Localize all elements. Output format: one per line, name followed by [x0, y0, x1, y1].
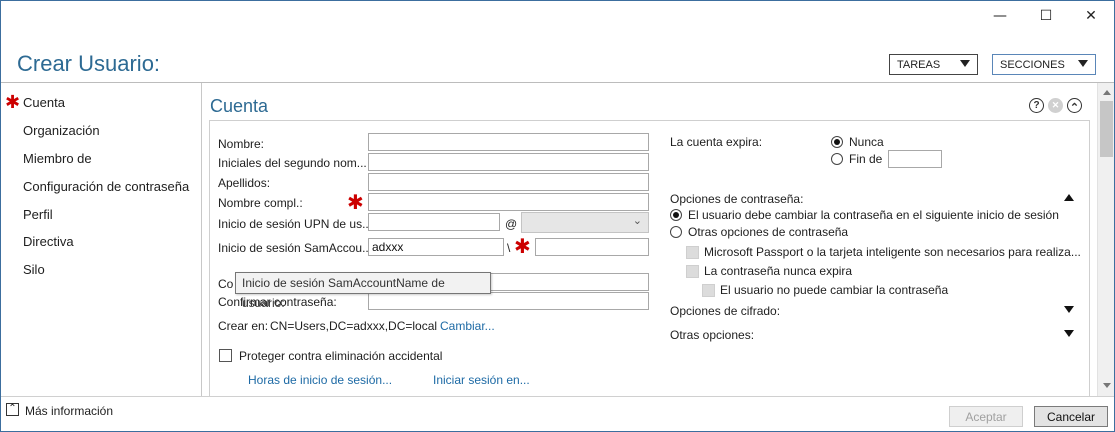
sections-dropdown[interactable]: SECCIONES: [992, 54, 1096, 75]
chevron-down-icon: ⌄: [632, 215, 642, 227]
proteger-checkbox[interactable]: [219, 349, 232, 362]
upn-label: Inicio de sesión UPN de us...: [218, 217, 373, 231]
apellidos-label: Apellidos:: [218, 176, 271, 190]
crear-en-label: Crear en:: [218, 319, 269, 333]
nunca-label: Nunca: [849, 135, 884, 149]
iniciales-label: Iniciales del segundo nom...: [218, 156, 367, 170]
scroll-up-icon[interactable]: [1103, 90, 1111, 95]
vertical-scrollbar[interactable]: [1097, 83, 1114, 396]
no-puede-cambiar-label: El usuario no puede cambiar la contraseñ…: [720, 283, 949, 297]
page-title: Crear Usuario:: [17, 51, 161, 76]
close-window-button[interactable]: ✕: [1068, 1, 1114, 31]
chevron-down-icon: [1078, 60, 1088, 67]
otras-opciones-contrasena-radio[interactable]: [670, 226, 682, 238]
nombre-compl-label: Nombre compl.:: [218, 196, 303, 210]
contrasena-label: Co: [218, 277, 234, 291]
sidebar-item-miembro-de[interactable]: Miembro de: [23, 151, 92, 166]
cifrado-label: Opciones de cifrado:: [670, 304, 781, 318]
title-bar: [1, 1, 1114, 31]
sidebar-item-configuracion-contrasena[interactable]: Configuración de contraseña: [23, 179, 189, 194]
sam-name-input[interactable]: [535, 238, 649, 256]
help-icon[interactable]: ?: [1029, 98, 1044, 113]
nunca-expira-label: La contraseña nunca expira: [704, 264, 853, 278]
sidebar-item-perfil[interactable]: Perfil: [23, 207, 53, 222]
sidebar-item-silo[interactable]: Silo: [23, 262, 45, 277]
nunca-radio[interactable]: [831, 136, 843, 148]
fin-de-date-input[interactable]: [888, 150, 942, 168]
minimize-button[interactable]: —: [977, 1, 1023, 31]
iniciar-sesion-link[interactable]: Iniciar sesión en...: [433, 373, 530, 387]
sam-separator: \: [507, 241, 511, 255]
proteger-label: Proteger contra eliminación accidental: [239, 349, 443, 363]
upn-at-label: @: [505, 217, 518, 231]
passport-label: Microsoft Passport o la tarjeta intelige…: [704, 245, 1081, 259]
fin-de-radio[interactable]: [831, 153, 843, 165]
sidebar-nav: ✱ Cuenta Organización Miembro de Configu…: [1, 83, 201, 396]
crear-en-value: CN=Users,DC=adxxx,DC=local: [270, 319, 438, 333]
sidebar-divider: [201, 83, 202, 396]
tasks-dropdown-label: TAREAS: [897, 58, 941, 71]
chevron-down-icon: [960, 60, 970, 67]
expand-down-icon[interactable]: [1064, 306, 1074, 313]
no-puede-cambiar-checkbox[interactable]: [702, 284, 715, 297]
horas-inicio-link[interactable]: Horas de inicio de sesión...: [248, 373, 392, 387]
nunca-expira-checkbox[interactable]: [686, 265, 699, 278]
sam-label: Inicio de sesión SamAccou...: [218, 241, 373, 255]
apellidos-input[interactable]: [368, 173, 649, 191]
nombre-label: Nombre:: [218, 137, 265, 151]
required-icon: ✱: [347, 190, 364, 214]
sam-tooltip: Inicio de sesión SamAccountName de usuar…: [235, 272, 491, 310]
collapse-up-icon[interactable]: [1064, 194, 1074, 201]
expand-down-icon[interactable]: [1064, 330, 1074, 337]
required-icon: ✱: [5, 92, 21, 113]
cancelar-button[interactable]: Cancelar: [1034, 406, 1108, 427]
sidebar-item-organizacion[interactable]: Organización: [23, 123, 100, 138]
sidebar-item-directiva[interactable]: Directiva: [23, 234, 74, 249]
passport-checkbox[interactable]: [686, 246, 699, 259]
debe-cambiar-radio[interactable]: [670, 209, 682, 221]
expira-label: La cuenta expira:: [670, 135, 763, 149]
otras-opciones-contrasena-label: Otras opciones de contraseña: [688, 225, 849, 239]
cambiar-link[interactable]: Cambiar...: [440, 319, 495, 333]
nombre-input[interactable]: [368, 133, 649, 151]
upn-input[interactable]: [368, 213, 500, 231]
nombre-completo-input[interactable]: [368, 193, 649, 211]
mas-informacion-label[interactable]: Más información: [25, 404, 113, 418]
required-icon: ✱: [514, 234, 531, 258]
upn-suffix-select[interactable]: ⌄: [521, 212, 649, 233]
otras-opciones-label: Otras opciones:: [670, 328, 755, 342]
sidebar-item-cuenta[interactable]: Cuenta: [23, 95, 65, 110]
close-section-icon[interactable]: ✕: [1048, 98, 1063, 113]
maximize-button[interactable]: ☐: [1023, 1, 1069, 31]
section-title: Cuenta: [210, 96, 269, 116]
iniciales-input[interactable]: [368, 153, 649, 171]
sections-dropdown-label: SECCIONES: [1000, 58, 1065, 71]
footer: [1, 396, 1114, 431]
confirmar-input[interactable]: [368, 292, 649, 310]
expand-info-icon[interactable]: ⌃: [6, 403, 19, 416]
fin-de-label: Fin de: [849, 152, 883, 166]
tasks-dropdown[interactable]: TAREAS: [889, 54, 978, 75]
collapse-icon[interactable]: ⌃: [1067, 98, 1082, 113]
aceptar-button[interactable]: Aceptar: [949, 406, 1023, 427]
opciones-contrasena-label: Opciones de contraseña:: [670, 192, 804, 206]
debe-cambiar-label: El usuario debe cambiar la contraseña en…: [688, 208, 1059, 222]
sam-prefix-input[interactable]: adxxx: [368, 238, 504, 256]
scroll-down-icon[interactable]: [1103, 383, 1111, 388]
scrollbar-thumb[interactable]: [1100, 101, 1113, 157]
